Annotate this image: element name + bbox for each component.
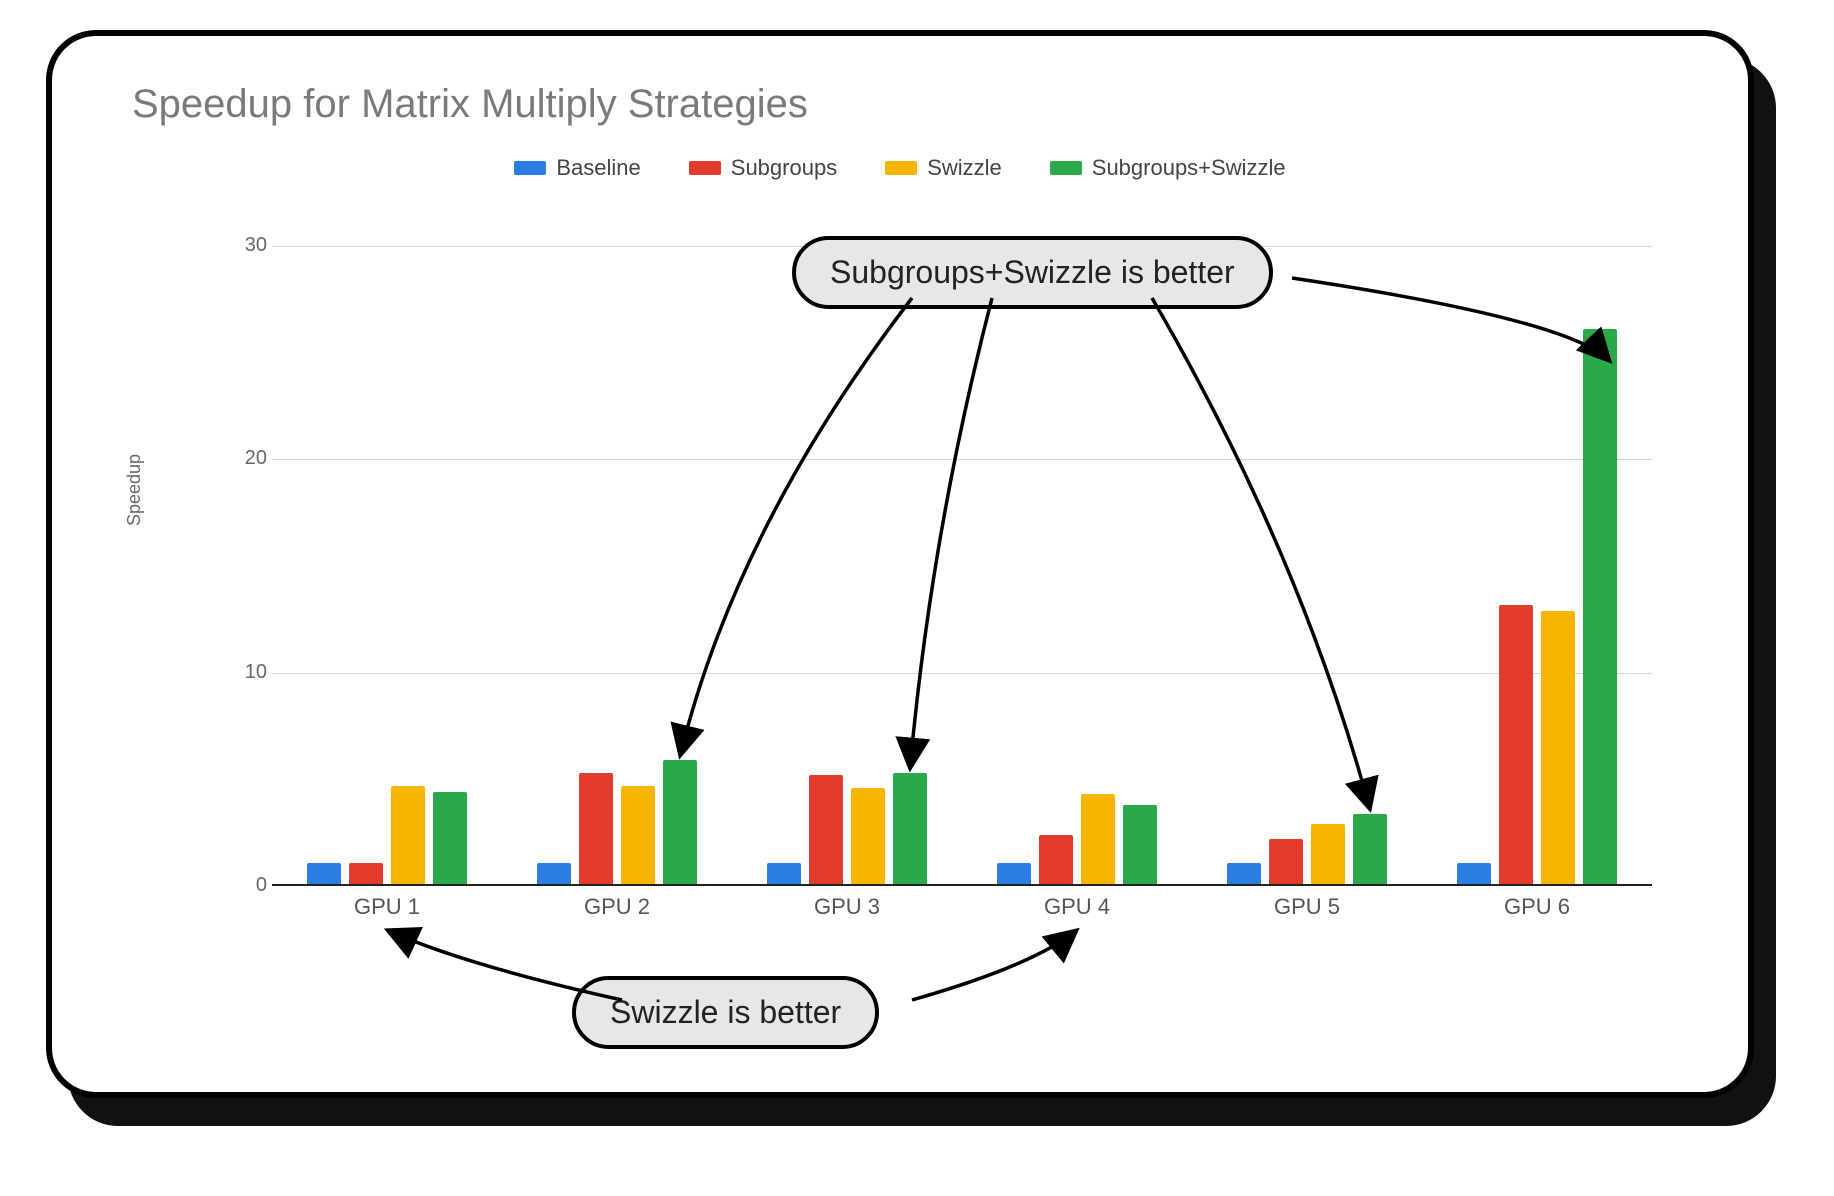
bar [1123,805,1157,884]
legend-swatch [1050,161,1082,175]
callout-top: Subgroups+Swizzle is better [792,236,1273,309]
y-tick-label: 0 [227,874,267,897]
bar-group [307,786,467,884]
bar [433,792,467,884]
x-tick-label: GPU 3 [777,894,917,920]
bar [1541,611,1575,884]
legend-label: Subgroups+Swizzle [1092,155,1286,181]
bar [1499,605,1533,884]
bar [349,863,383,884]
legend-item: Swizzle [885,155,1002,181]
y-tick-label: 10 [227,661,267,684]
bar [621,786,655,884]
y-tick-label: 20 [227,447,267,470]
x-tick-label: GPU 4 [1007,894,1147,920]
callout-bottom: Swizzle is better [572,976,879,1049]
bar [579,773,613,884]
y-axis-label: Speedup [124,454,145,526]
bar [997,863,1031,884]
bar [663,760,697,884]
bar [1269,839,1303,884]
x-tick-label: GPU 1 [317,894,457,920]
bar [1583,329,1617,884]
stage: Speedup for Matrix Multiply Strategies B… [0,0,1834,1196]
chart-title: Speedup for Matrix Multiply Strategies [132,82,1748,127]
legend-item: Baseline [514,155,640,181]
bar [1311,824,1345,884]
legend-swatch [514,161,546,175]
bar-group [537,760,697,884]
legend-label: Baseline [556,155,640,181]
x-tick-label: GPU 6 [1467,894,1607,920]
legend-label: Subgroups [731,155,837,181]
gridline [272,673,1652,674]
x-tick-label: GPU 2 [547,894,687,920]
bar-group [767,773,927,884]
bar-group [997,794,1157,884]
bar [1227,863,1261,884]
chart-card: Speedup for Matrix Multiply Strategies B… [46,30,1754,1098]
bar [307,863,341,884]
legend-swatch [689,161,721,175]
legend-swatch [885,161,917,175]
bar [1457,863,1491,884]
legend-item: Subgroups+Swizzle [1050,155,1286,181]
bar [893,773,927,884]
bar [537,863,571,884]
legend-item: Subgroups [689,155,837,181]
bar-group [1227,814,1387,884]
y-tick-label: 30 [227,234,267,257]
bar [1081,794,1115,884]
bar [1039,835,1073,884]
bar [851,788,885,884]
gridline [272,459,1652,460]
bar [391,786,425,884]
legend-label: Swizzle [927,155,1002,181]
bar [809,775,843,884]
bar [1353,814,1387,884]
plot-area: GPU 1GPU 2GPU 3GPU 4GPU 5GPU 6 [272,246,1652,886]
legend: Baseline Subgroups Swizzle Subgroups+Swi… [52,155,1748,181]
plot-wrap: 0102030 GPU 1GPU 2GPU 3GPU 4GPU 5GPU 6 [202,246,1672,946]
bar [767,863,801,884]
x-tick-label: GPU 5 [1237,894,1377,920]
bar-group [1457,329,1617,884]
